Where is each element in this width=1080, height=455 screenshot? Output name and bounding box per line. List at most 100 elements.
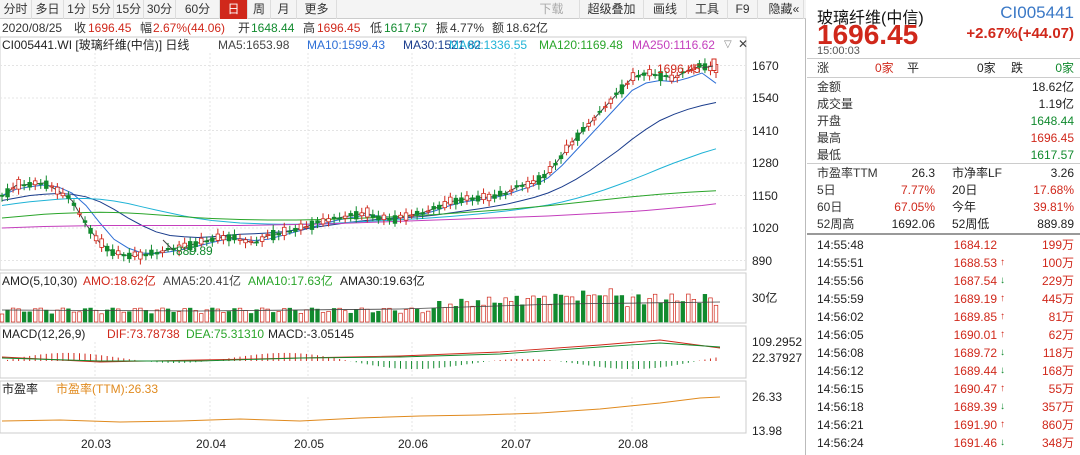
period-tab-6[interactable]: 60分 (176, 0, 220, 19)
volume-bar (298, 313, 304, 323)
candle-body (210, 237, 215, 242)
period-tab-7[interactable]: 日 (220, 0, 248, 19)
quote-row: 开盘 1648.44 (807, 112, 1080, 130)
toolbar-tool-1[interactable]: 超级叠加 (580, 0, 644, 19)
stat-row: 52周高 1692.06 52周低 889.89 (807, 215, 1080, 233)
info-date: 2020/08/25 (2, 21, 63, 35)
toolbar-tool-4[interactable]: F9 (728, 0, 758, 19)
volume-bar (127, 311, 132, 323)
candle-body (481, 192, 486, 201)
period-tab-3[interactable]: 5分 (90, 0, 114, 19)
volume-bar (176, 311, 182, 323)
macd-legend-macd: MACD:-3.05145 (268, 327, 355, 341)
candle-body (569, 141, 575, 146)
tick-time: 14:56:05 (817, 328, 864, 342)
tick-volume: 199万 (1041, 238, 1074, 252)
candle-body (392, 215, 398, 224)
limit-row: 涨 0家 平 0家 跌 0家 (807, 59, 1080, 77)
candle-body (337, 217, 342, 220)
candle-body (354, 211, 359, 220)
tick-price: 1689.44 (953, 364, 997, 378)
volume-bar (326, 310, 331, 323)
toolbar-tool-0[interactable]: 下载 (524, 0, 580, 19)
period-tab-5[interactable]: 30分 (144, 0, 176, 19)
volume-bar (525, 298, 530, 323)
vol-legend-ma30: AMA30:19.63亿 (340, 274, 425, 288)
quote-row: 金额 18.62亿 (807, 78, 1080, 96)
double-chevron-left-icon[interactable]: « (786, 0, 806, 19)
candle-body (271, 229, 276, 241)
volume-bar (210, 307, 215, 323)
candle-body (553, 162, 558, 166)
volume-bar (320, 312, 326, 323)
legend-collapse-icon[interactable]: ▽ (724, 37, 732, 53)
candle-body (459, 197, 464, 203)
period-tab-1[interactable]: 多日 (32, 0, 64, 19)
stat-label: 市盈率TTM (817, 166, 878, 180)
candle-body (99, 238, 104, 248)
tick-price: 1689.85 (953, 310, 997, 324)
volume-bar (426, 310, 431, 323)
quote-row-label: 最高 (817, 131, 842, 145)
volume-bar (21, 311, 27, 323)
candle-body (154, 252, 160, 255)
legend-close-icon[interactable]: ✕ (738, 36, 748, 52)
volume-bar (193, 310, 198, 323)
tick-price: 1691.90 (953, 418, 997, 432)
volume-bar (49, 313, 54, 323)
candle-body (0, 194, 5, 197)
period-tab-10[interactable]: 更多 (297, 0, 337, 19)
stat-value: 17.68% (1033, 183, 1074, 197)
toolbar-tool-2[interactable]: 画线 (644, 0, 687, 19)
volume-bar (597, 295, 602, 323)
tick-time: 14:56:02 (817, 310, 864, 324)
arrow-up-icon: ↑ (1000, 419, 1005, 430)
stat-row: 60日 67.05% 今年 39.81% (807, 198, 1080, 216)
stat-row: 5日 7.77% 20日 17.68% (807, 181, 1080, 199)
candle-body (160, 250, 165, 254)
period-tab-4[interactable]: 15分 (114, 0, 144, 19)
candle-body (110, 249, 115, 256)
volume-bar (381, 308, 387, 323)
candle-body (293, 228, 298, 232)
volume-bar (409, 307, 414, 323)
volume-bar (464, 301, 470, 323)
period-tab-9[interactable]: 月 (271, 0, 297, 19)
info-amt-label: 额 (492, 21, 505, 35)
candle-body (342, 215, 348, 219)
volume-bar (619, 295, 625, 323)
candle-body (448, 196, 453, 205)
volume-bar (675, 300, 680, 323)
period-tab-0[interactable]: 分时 (0, 0, 32, 19)
candle-body (265, 234, 270, 236)
tick-price: 1689.72 (953, 346, 997, 360)
tick-row: 14:56:21 1691.90 ↑ 860万 (807, 416, 1080, 434)
volume-bar (226, 311, 232, 323)
quote-change: +2.67%(+44.07) (966, 25, 1074, 42)
period-tab-8[interactable]: 周 (248, 0, 271, 19)
candle-body (586, 123, 591, 127)
stat-value: 1692.06 (891, 217, 935, 231)
volume-bar (276, 311, 281, 323)
candle-body (564, 144, 569, 153)
volume-legend: AMO(5,10,30) AMO:18.62亿 AMA5:20.41亿 AMA1… (0, 273, 806, 289)
candle-body (381, 214, 387, 220)
quote-code[interactable]: CI005441 (1000, 3, 1074, 23)
candle-body (243, 239, 248, 244)
vol-legend-title: AMO(5,10,30) (2, 274, 78, 288)
quote-row: 最低 1617.57 (807, 146, 1080, 164)
candle-body (614, 92, 619, 95)
volume-bar (44, 309, 49, 323)
candle-body (636, 74, 641, 78)
candle-body (149, 249, 154, 256)
volume-bar (414, 308, 420, 323)
arrow-up-icon: ↑ (1000, 383, 1005, 394)
tick-time: 14:55:48 (817, 238, 864, 252)
toolbar-tool-3[interactable]: 工具 (687, 0, 728, 19)
candle-body (55, 186, 60, 195)
chart-panel[interactable]: 分时 多日 1分 5分 15分 30分 60分日周月更多 下载 超级叠加 画线 工具 F9 隐藏 « 20… (0, 0, 806, 455)
tick-volume: 445万 (1041, 292, 1074, 306)
period-tab-2[interactable]: 1分 (64, 0, 90, 19)
volume-bar (641, 304, 647, 323)
candle-body (470, 197, 475, 201)
